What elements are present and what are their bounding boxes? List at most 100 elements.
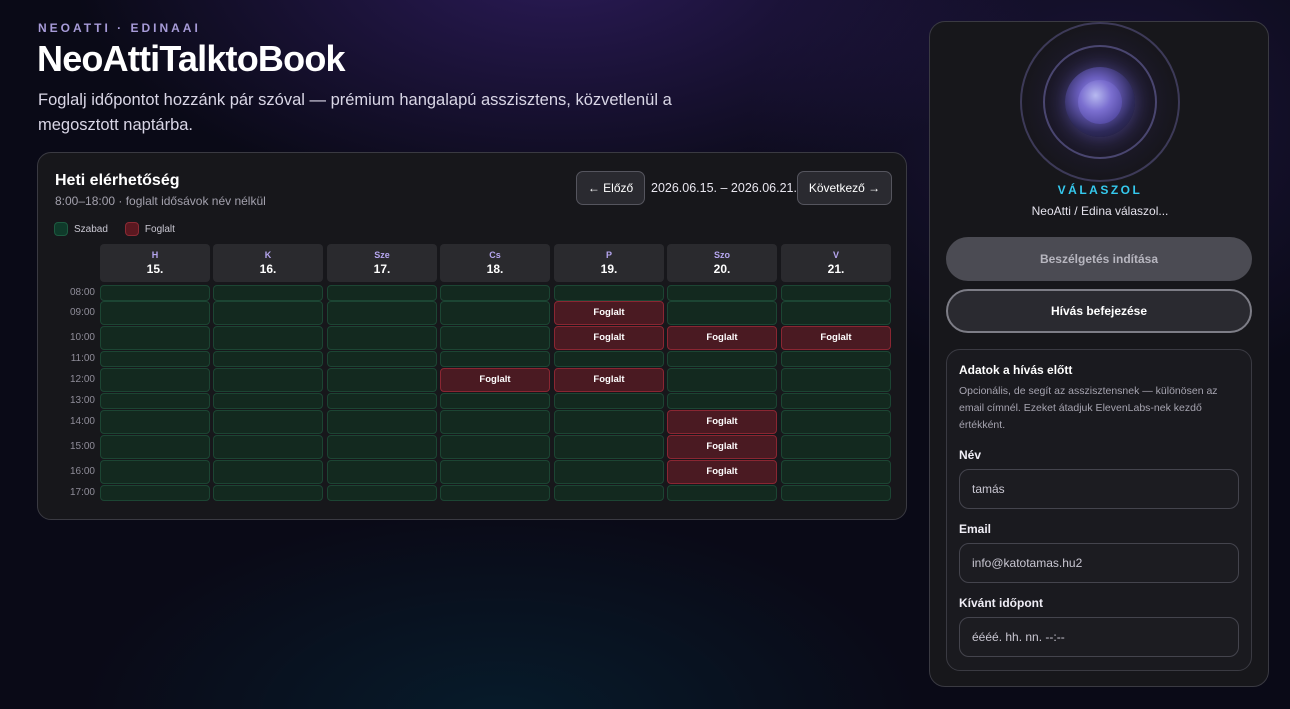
legend-busy-swatch xyxy=(124,222,139,236)
legend-free-label: Szabad xyxy=(74,223,108,235)
free-slot[interactable] xyxy=(781,351,891,367)
page-subtitle: Foglalj időpontot hozzánk pár szóval — p… xyxy=(38,91,672,134)
free-slot[interactable] xyxy=(554,410,664,434)
free-slot[interactable] xyxy=(554,435,664,459)
day-header: K 16. xyxy=(213,244,323,282)
busy-slot: Foglalt xyxy=(667,326,777,350)
date-range: 2026.06.15. – 2026.06.21. xyxy=(651,181,797,195)
free-slot[interactable] xyxy=(100,351,210,367)
free-slot[interactable] xyxy=(781,410,891,434)
end-call-button[interactable]: Hívás befejezése xyxy=(946,289,1252,333)
date-label: Kívánt időpont xyxy=(959,596,1043,610)
assistant-status-subtext: NeoAtti / Edina válaszol... xyxy=(1031,204,1169,218)
day-header: H 15. xyxy=(100,244,210,282)
free-slot[interactable] xyxy=(554,393,664,409)
free-slot[interactable] xyxy=(100,393,210,409)
free-slot[interactable] xyxy=(781,368,891,392)
free-slot[interactable] xyxy=(100,326,210,350)
kicker: NEOATTI · EDINAAI xyxy=(38,21,201,35)
free-slot[interactable] xyxy=(327,435,437,459)
free-slot[interactable] xyxy=(213,410,323,434)
free-slot[interactable] xyxy=(327,485,437,501)
legend: Szabad Foglalt xyxy=(54,221,192,237)
free-slot[interactable] xyxy=(327,285,437,301)
free-slot[interactable] xyxy=(327,301,437,325)
free-slot[interactable] xyxy=(554,460,664,484)
free-slot[interactable] xyxy=(440,326,550,350)
free-slot[interactable] xyxy=(440,410,550,434)
free-slot[interactable] xyxy=(100,435,210,459)
time-label: 12:00 xyxy=(69,374,95,385)
voice-orb xyxy=(1020,22,1180,182)
free-slot[interactable] xyxy=(781,285,891,301)
date-time-field[interactable]: éééé. hh. nn. --:-- xyxy=(959,617,1239,657)
free-slot[interactable] xyxy=(781,393,891,409)
free-slot[interactable] xyxy=(781,485,891,501)
free-slot[interactable] xyxy=(440,301,550,325)
time-label: 08:00 xyxy=(69,287,95,298)
free-slot[interactable] xyxy=(667,485,777,501)
free-slot[interactable] xyxy=(440,460,550,484)
next-week-button[interactable]: Következő → xyxy=(797,171,892,205)
day-name: K xyxy=(264,250,272,260)
free-slot[interactable] xyxy=(440,285,550,301)
free-slot[interactable] xyxy=(781,460,891,484)
email-field[interactable]: info@katotamas.hu2 xyxy=(959,543,1239,583)
free-slot[interactable] xyxy=(667,301,777,325)
free-slot[interactable] xyxy=(100,285,210,301)
free-slot[interactable] xyxy=(213,285,323,301)
free-slot[interactable] xyxy=(327,368,437,392)
day-header: P 19. xyxy=(554,244,664,282)
name-field[interactable]: tamás xyxy=(959,469,1239,509)
free-slot[interactable] xyxy=(327,351,437,367)
free-slot[interactable] xyxy=(100,460,210,484)
free-slot[interactable] xyxy=(100,301,210,325)
free-slot[interactable] xyxy=(213,435,323,459)
free-slot[interactable] xyxy=(440,485,550,501)
free-slot[interactable] xyxy=(554,285,664,301)
day-name: Sze xyxy=(374,250,390,260)
day-header: Sze 17. xyxy=(327,244,437,282)
free-slot[interactable] xyxy=(100,485,210,501)
legend-free-swatch xyxy=(54,222,68,236)
free-slot[interactable] xyxy=(100,410,210,434)
free-slot[interactable] xyxy=(327,326,437,350)
free-slot[interactable] xyxy=(667,285,777,301)
calendar-title: Heti elérhetőség xyxy=(55,172,180,189)
day-header: V 21. xyxy=(781,244,891,282)
free-slot[interactable] xyxy=(440,351,550,367)
day-name: P xyxy=(605,250,612,260)
free-slot[interactable] xyxy=(213,393,323,409)
time-label: 17:00 xyxy=(69,487,95,498)
free-slot[interactable] xyxy=(440,393,550,409)
free-slot[interactable] xyxy=(554,485,664,501)
weekly-availability-card: Heti elérhetőség 8:00–18:00 · foglalt id… xyxy=(37,152,907,520)
legend-busy-label: Foglalt xyxy=(144,223,175,235)
free-slot[interactable] xyxy=(327,393,437,409)
free-slot[interactable] xyxy=(213,460,323,484)
free-slot[interactable] xyxy=(667,351,777,367)
free-slot[interactable] xyxy=(213,485,323,501)
day-date: 21. xyxy=(827,262,845,276)
day-date: 15. xyxy=(146,262,164,276)
start-conversation-button[interactable]: Beszélgetés indítása xyxy=(946,237,1252,281)
free-slot[interactable] xyxy=(667,368,777,392)
free-slot[interactable] xyxy=(781,435,891,459)
free-slot[interactable] xyxy=(554,351,664,367)
free-slot[interactable] xyxy=(667,393,777,409)
free-slot[interactable] xyxy=(327,410,437,434)
free-slot[interactable] xyxy=(327,460,437,484)
free-slot[interactable] xyxy=(440,435,550,459)
free-slot[interactable] xyxy=(213,326,323,350)
free-slot[interactable] xyxy=(213,301,323,325)
busy-slot: Foglalt xyxy=(667,460,777,484)
day-date: 18. xyxy=(486,262,504,276)
day-date: 19. xyxy=(600,262,618,276)
orb-core xyxy=(1078,80,1122,124)
previous-week-button[interactable]: ← Előző xyxy=(576,171,645,205)
free-slot[interactable] xyxy=(213,368,323,392)
free-slot[interactable] xyxy=(100,368,210,392)
free-slot[interactable] xyxy=(781,301,891,325)
free-slot[interactable] xyxy=(213,351,323,367)
day-name: Szo xyxy=(713,250,730,260)
